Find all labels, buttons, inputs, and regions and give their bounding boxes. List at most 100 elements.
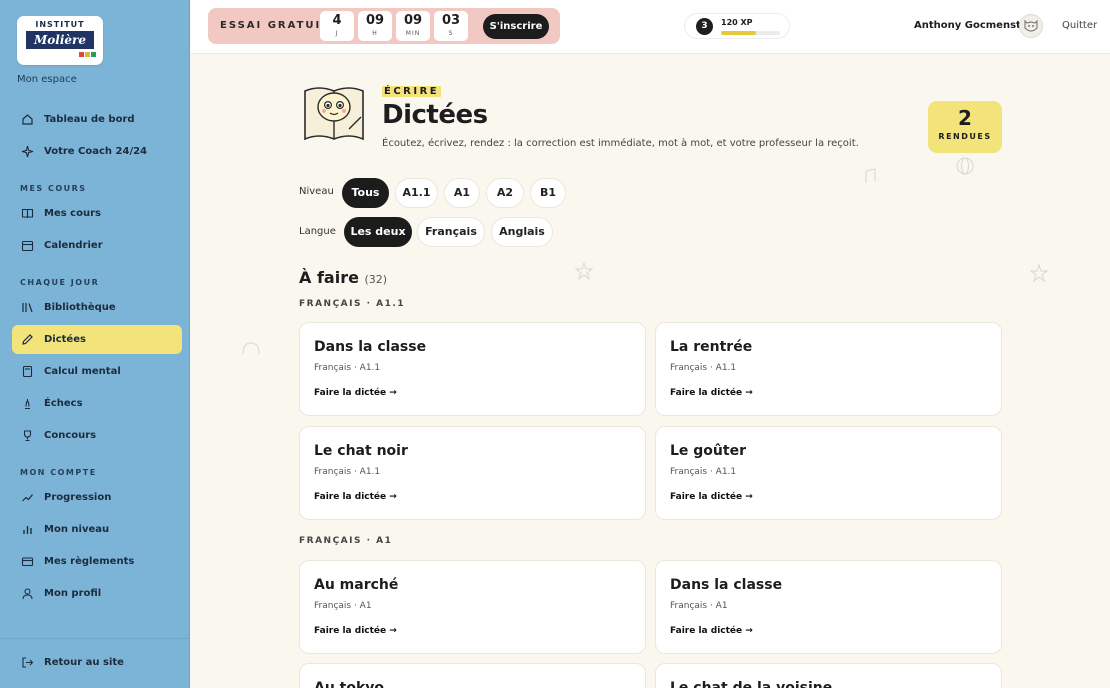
rendues-count: 2	[958, 106, 972, 130]
logout-icon	[21, 656, 34, 669]
avatar[interactable]	[1019, 14, 1043, 38]
dictation-card[interactable]: La rentrée Français · A1.1 Faire la dict…	[655, 322, 1002, 416]
sidebar-item-label: Mon profil	[44, 588, 102, 599]
level-chip-a1[interactable]: A1	[444, 178, 480, 208]
dictation-card[interactable]: Dans la classe Français · A1 Faire la di…	[655, 560, 1002, 654]
bar-chart-icon	[21, 523, 34, 536]
countdown-unit: H	[372, 30, 378, 37]
sidebar-item-label: Dictées	[44, 334, 86, 345]
star-doodle-icon	[575, 262, 593, 280]
sidebar-item-label: Bibliothèque	[44, 302, 116, 313]
countdown-unit: J	[335, 30, 339, 37]
card-meta: Français · A1	[314, 601, 372, 611]
sidebar-item-tableau-de-bord[interactable]: Tableau de bord	[12, 105, 182, 134]
start-dictation-link[interactable]: Faire la dictée →	[670, 492, 753, 502]
logo-flag-yellow	[85, 52, 90, 57]
logo-top-text: INSTITUT	[35, 20, 85, 29]
sidebar-item-label: Calcul mental	[44, 366, 121, 377]
countdown-value: 03	[441, 13, 461, 28]
start-dictation-link[interactable]: Faire la dictée →	[314, 388, 397, 398]
start-dictation-link[interactable]: Faire la dictée →	[314, 492, 397, 502]
sidebar-item-concours[interactable]: Concours	[12, 421, 182, 450]
dictation-book-illustration	[304, 87, 364, 141]
card-title: Le chat de la voisine	[670, 680, 833, 688]
xp-indicator[interactable]: 3 120 XP	[684, 13, 790, 39]
sidebar-item-calcul-mental[interactable]: Calcul mental	[12, 357, 182, 386]
dictation-card[interactable]: Au marché Français · A1 Faire la dictée …	[299, 560, 646, 654]
sidebar-item-mes-cours[interactable]: Mes cours	[12, 199, 182, 228]
countdown-value: 4	[332, 13, 342, 28]
language-chip-anglais[interactable]: Anglais	[491, 217, 553, 247]
todo-title: À faire	[299, 268, 359, 287]
sidebar-item-mon-profil[interactable]: Mon profil	[12, 579, 182, 608]
section-chaque-jour: CHAQUE JOUR	[20, 278, 100, 287]
logo-flag-green	[91, 52, 96, 57]
sidebar-item-bibliotheque[interactable]: Bibliothèque	[12, 293, 182, 322]
institut-moliere-logo[interactable]: INSTITUT Molière	[17, 16, 103, 65]
sidebar-item-label: Calendrier	[44, 240, 103, 251]
dictation-card[interactable]: Le goûter Français · A1.1 Faire la dicté…	[655, 426, 1002, 520]
level-chip-a2[interactable]: A2	[486, 178, 524, 208]
level-badge: 3	[696, 18, 713, 35]
user-icon	[21, 587, 34, 600]
sidebar-item-label: Mes cours	[44, 208, 101, 219]
sidebar-item-echecs[interactable]: Échecs	[12, 389, 182, 418]
level-chip-tous[interactable]: Tous	[342, 178, 389, 208]
sidebar-item-coach[interactable]: Votre Coach 24/24	[12, 137, 182, 166]
trial-label: ESSAI GRATUIT	[220, 20, 331, 31]
free-trial-banner: ESSAI GRATUIT 4 J 09 H 09 MIN 03 S S'ins…	[208, 8, 560, 44]
sidebar: INSTITUT Molière Mon espace Tableau de b…	[0, 0, 190, 688]
sidebar-item-calendrier[interactable]: Calendrier	[12, 231, 182, 260]
dictation-card[interactable]: Dans la classe Français · A1.1 Faire la …	[299, 322, 646, 416]
chess-icon	[21, 397, 34, 410]
countdown-days: 4 J	[320, 11, 354, 41]
user-name[interactable]: Anthony Gocmenstd	[914, 20, 1028, 31]
sidebar-item-label: Tableau de bord	[44, 114, 135, 125]
language-filter-label: Langue	[299, 226, 336, 237]
dictation-card[interactable]: Le chat noir Français · A1.1 Faire la di…	[299, 426, 646, 520]
card-meta: Français · A1.1	[670, 363, 737, 373]
dictation-card[interactable]: Le chat de la voisine	[655, 663, 1002, 688]
xp-label: 120 XP	[721, 18, 753, 27]
start-dictation-link[interactable]: Faire la dictée →	[314, 626, 397, 636]
language-chip-les-deux[interactable]: Les deux	[344, 217, 412, 247]
sidebar-item-dictees[interactable]: Dictées	[12, 325, 182, 354]
language-chip-francais[interactable]: Français	[417, 217, 485, 247]
card-title: Le chat noir	[314, 443, 408, 459]
xp-progress-track	[721, 31, 780, 35]
mon-espace-label: Mon espace	[17, 74, 77, 85]
library-icon	[21, 301, 34, 314]
card-meta: Français · A1.1	[670, 467, 737, 477]
sidebar-item-mon-niveau[interactable]: Mon niveau	[12, 515, 182, 544]
countdown-seconds: 03 S	[434, 11, 468, 41]
countdown-unit: MIN	[405, 30, 421, 37]
start-dictation-link[interactable]: Faire la dictée →	[670, 626, 753, 636]
card-meta: Français · A1	[670, 601, 728, 611]
pen-icon	[21, 333, 34, 346]
start-dictation-link[interactable]: Faire la dictée →	[670, 388, 753, 398]
section-mon-compte: MON COMPTE	[20, 468, 97, 477]
sidebar-item-label: Échecs	[44, 398, 83, 409]
sidebar-item-label: Progression	[44, 492, 112, 503]
level-filter-label: Niveau	[299, 186, 334, 197]
card-title: Au marché	[314, 577, 399, 593]
sidebar-item-progression[interactable]: Progression	[12, 483, 182, 512]
sidebar-item-retour-au-site[interactable]: Retour au site	[12, 648, 182, 677]
section-kicker: ÉCRIRE	[382, 86, 442, 97]
section-mes-cours: MES COURS	[20, 184, 87, 193]
countdown-value: 09	[365, 13, 385, 28]
card-title: Dans la classe	[314, 339, 427, 355]
calculator-icon	[21, 365, 34, 378]
sidebar-item-mes-reglements[interactable]: Mes règlements	[12, 547, 182, 576]
signup-button[interactable]: S'inscrire	[483, 14, 549, 39]
page-title: Dictées	[382, 100, 488, 130]
sidebar-item-label: Mes règlements	[44, 556, 135, 567]
logo-flag-red	[79, 52, 84, 57]
sidebar-item-label: Votre Coach 24/24	[44, 146, 148, 157]
level-chip-b1[interactable]: B1	[530, 178, 566, 208]
quit-link[interactable]: Quitter	[1062, 20, 1097, 31]
xp-progress-fill	[721, 31, 757, 35]
level-chip-a1-1[interactable]: A1.1	[395, 178, 438, 208]
dictation-card[interactable]: Au tokyo	[299, 663, 646, 688]
globe-doodle-icon	[956, 157, 974, 175]
